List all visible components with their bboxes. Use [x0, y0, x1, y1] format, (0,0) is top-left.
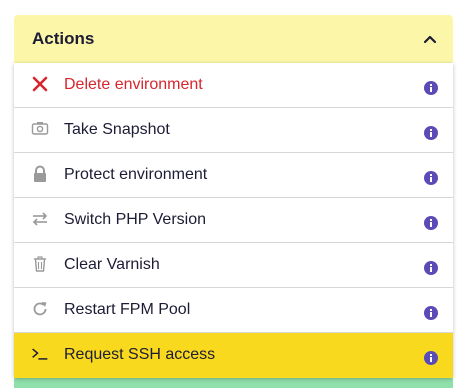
menu-item-label: Delete environment	[64, 76, 203, 93]
swap-arrows-icon	[32, 212, 48, 226]
trash-icon	[34, 256, 46, 272]
menu-item-protect-environment[interactable]: Protect environment	[14, 153, 453, 198]
menu-item-label: Take Snapshot	[64, 121, 170, 138]
close-x-icon	[32, 76, 48, 92]
menu-item-switch-php-version[interactable]: Switch PHP Version	[14, 198, 453, 243]
menu-item-label: Restart FPM Pool	[64, 301, 191, 318]
menu-item-request-ssh-access[interactable]: Request SSH access	[14, 333, 453, 378]
info-icon[interactable]	[424, 261, 438, 275]
actions-header[interactable]: Actions	[14, 15, 453, 63]
camera-icon	[31, 122, 49, 135]
info-icon[interactable]	[424, 306, 438, 320]
menu-item-clear-varnish[interactable]: Clear Varnish	[14, 243, 453, 288]
restart-icon	[33, 302, 47, 316]
actions-panel: Actions Delete environment Take Snapshot…	[0, 0, 463, 388]
actions-title: Actions	[32, 29, 95, 48]
menu-item-delete-environment[interactable]: Delete environment	[14, 63, 453, 108]
info-icon[interactable]	[424, 171, 438, 185]
actions-menu: Delete environment Take Snapshot Protect…	[14, 63, 453, 378]
next-panel-edge	[14, 378, 453, 388]
info-icon[interactable]	[424, 351, 438, 365]
lock-icon	[34, 165, 46, 182]
menu-item-take-snapshot[interactable]: Take Snapshot	[14, 108, 453, 153]
menu-item-label: Switch PHP Version	[64, 211, 206, 228]
info-icon[interactable]	[424, 81, 438, 95]
menu-item-label: Request SSH access	[64, 346, 216, 363]
info-icon[interactable]	[424, 216, 438, 230]
info-icon[interactable]	[424, 126, 438, 140]
menu-item-label: Clear Varnish	[64, 256, 160, 273]
chevron-up-icon	[423, 35, 437, 44]
menu-item-label: Protect environment	[64, 166, 208, 183]
menu-item-restart-fpm-pool[interactable]: Restart FPM Pool	[14, 288, 453, 333]
terminal-icon	[32, 348, 48, 360]
